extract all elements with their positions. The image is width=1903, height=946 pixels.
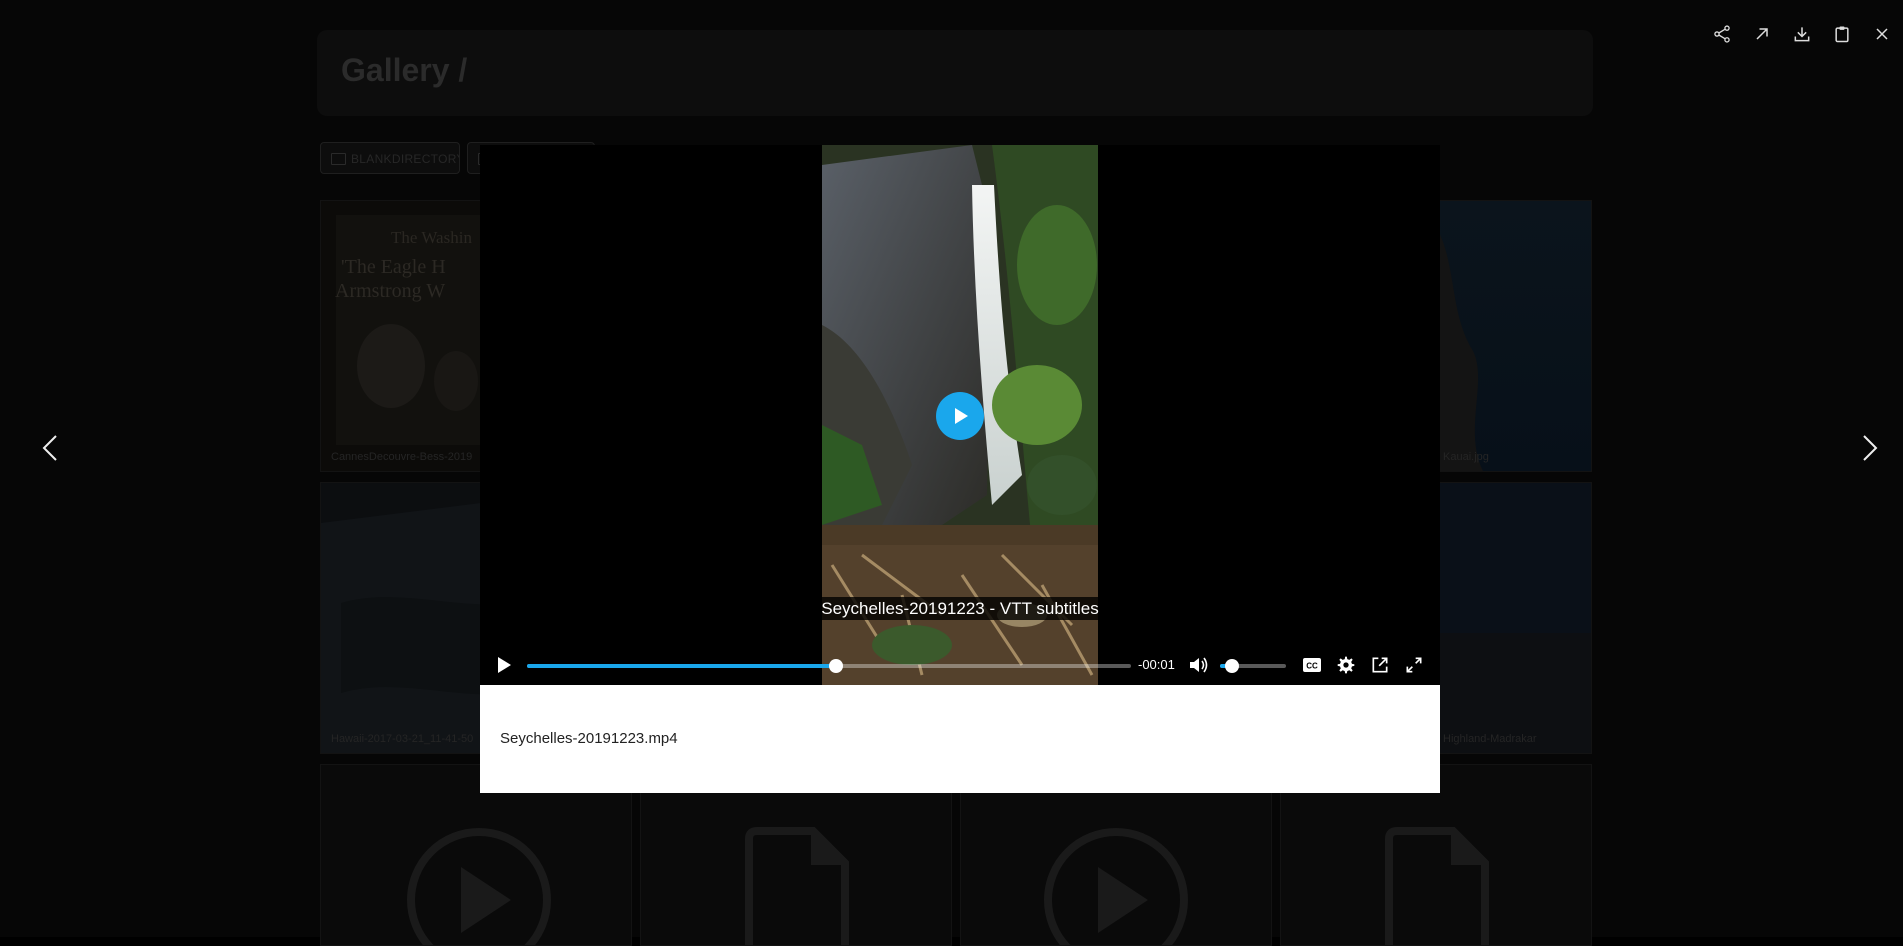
open-in-new-icon <box>1756 28 1768 40</box>
directory-label: BLANKDIRECTORY <box>351 152 460 166</box>
open-in-new-tab-button[interactable] <box>1749 21 1775 47</box>
chevron-left-icon <box>42 435 57 461</box>
subtitle-track: Seychelles-20191223 - VTT subtitles <box>480 597 1440 621</box>
volume-icon <box>1190 657 1208 673</box>
settings-button[interactable] <box>1334 653 1358 677</box>
share-icon <box>1714 25 1730 43</box>
previous-button[interactable] <box>30 428 70 468</box>
lightbox: Seychelles-20191223 - VTT subtitles -00:… <box>480 145 1440 793</box>
big-play-button[interactable] <box>936 392 984 440</box>
progress-fill <box>527 664 837 668</box>
play-circle-icon <box>1044 828 1188 945</box>
svg-text:CC: CC <box>1306 662 1318 671</box>
player-controls: -00:01 CC <box>480 645 1440 685</box>
close-button[interactable] <box>1869 21 1895 47</box>
volume-slider[interactable] <box>1220 659 1286 673</box>
progress-thumb[interactable] <box>829 659 844 673</box>
directory-button-blank[interactable]: BLANKDIRECTORY <box>320 142 460 174</box>
time-remaining: -00:01 <box>1138 657 1175 672</box>
volume-thumb[interactable] <box>1224 659 1239 673</box>
tile-caption: CannesDecouvre-Bess-2019 <box>331 451 473 463</box>
fullscreen-icon <box>1406 657 1422 673</box>
captions-icon: CC <box>1303 658 1321 672</box>
tile-caption: Kauai.jpg <box>1443 451 1489 463</box>
progress-bar[interactable] <box>527 659 1131 673</box>
folder-icon <box>331 153 346 165</box>
mute-button[interactable] <box>1187 653 1211 677</box>
share-button[interactable] <box>1709 21 1735 47</box>
play-circle-icon <box>407 828 551 945</box>
caption-panel: Seychelles-20191223.mp4 <box>480 685 1440 793</box>
play-button[interactable] <box>492 653 516 677</box>
tile-caption: Highland-Madrakar <box>1443 733 1537 745</box>
popout-button[interactable] <box>1368 653 1392 677</box>
copy-link-button[interactable] <box>1829 21 1855 47</box>
video-player[interactable]: Seychelles-20191223 - VTT subtitles -00:… <box>480 145 1440 685</box>
close-icon <box>1876 28 1888 40</box>
next-button[interactable] <box>1850 428 1890 468</box>
clipboard-icon <box>1835 26 1849 43</box>
play-icon <box>498 657 511 673</box>
breadcrumb: Gallery / <box>341 52 468 88</box>
file-icon <box>1385 827 1489 945</box>
download-icon <box>1794 27 1810 42</box>
newspaper-headline-1: 'The Eagle H <box>341 256 446 278</box>
subtitle-text: Seychelles-20191223 - VTT subtitles <box>815 597 1105 620</box>
download-button[interactable] <box>1789 21 1815 47</box>
file-name: Seychelles-20191223.mp4 <box>500 730 678 747</box>
tile-caption: Hawaii-2017-03-21_11-41-50 <box>331 733 474 745</box>
captions-button[interactable]: CC <box>1300 653 1324 677</box>
chevron-right-icon <box>1863 435 1878 461</box>
play-icon <box>955 408 968 424</box>
newspaper-headline-2: Armstrong W <box>335 280 445 302</box>
fullscreen-button[interactable] <box>1402 653 1426 677</box>
file-icon <box>745 827 849 945</box>
popout-icon <box>1372 657 1388 673</box>
gallery-header: Gallery / <box>317 30 1593 116</box>
gear-icon <box>1337 656 1355 674</box>
newspaper-masthead: The Washin <box>391 228 472 247</box>
